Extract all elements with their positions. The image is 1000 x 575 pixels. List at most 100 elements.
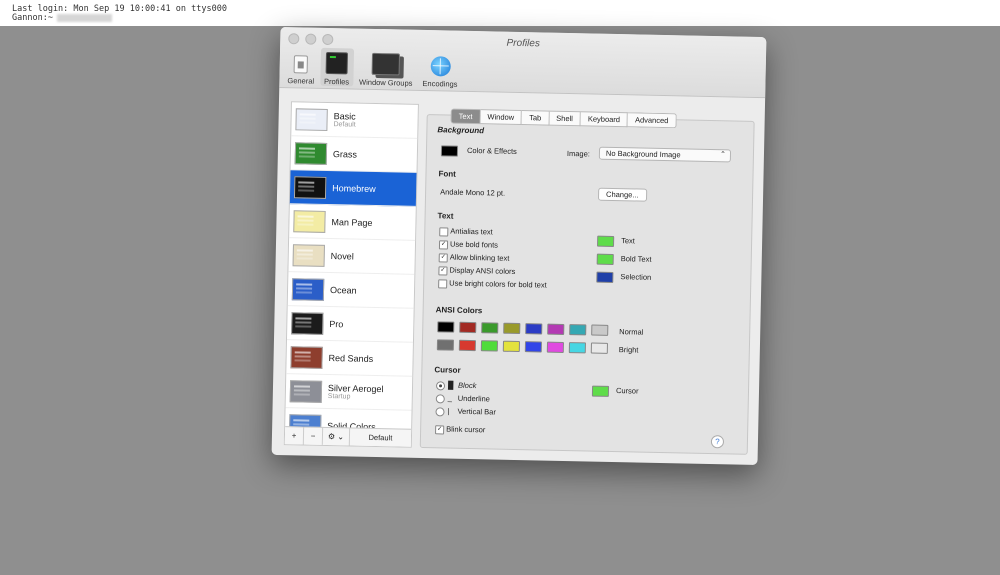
profile-name: Novel (330, 250, 354, 262)
ansi-bright-swatch[interactable] (458, 339, 477, 352)
text-color-swatch[interactable] (596, 271, 614, 283)
profile-thumbnail (291, 311, 324, 335)
profile-thumbnail (295, 107, 328, 131)
cursor-style-label: Underline (457, 393, 490, 404)
profile-item-silver-aerogel[interactable]: Silver Aerogel Startup (285, 374, 413, 411)
ansi-bright-swatch[interactable] (524, 341, 543, 353)
image-label: Image: (566, 148, 590, 159)
cursor-glyph-icon: | (447, 406, 450, 416)
profile-thumbnail (290, 345, 323, 369)
section-cursor: Cursor (434, 365, 461, 375)
profiles-icon (325, 51, 349, 75)
profile-name: Red Sands (328, 352, 374, 364)
text-color-label: Text (621, 236, 635, 246)
ansi-normal-label: Normal (619, 327, 644, 337)
text-option-label: Use bright colors for bold text (449, 278, 547, 290)
ansi-bright-swatch[interactable] (502, 340, 521, 353)
terminal-background: Last login: Mon Sep 19 10:00:41 on ttys0… (0, 0, 1000, 26)
gear-menu-button[interactable]: ⚙ ⌄ (322, 427, 351, 446)
toolbar-general[interactable]: General (283, 47, 318, 86)
section-background: Background (437, 125, 485, 136)
tab-window[interactable]: Window (480, 109, 523, 126)
background-image-select[interactable]: No Background Image (598, 146, 732, 163)
ansi-normal-swatch[interactable] (591, 324, 609, 336)
text-option-checkbox[interactable]: ✓ (438, 266, 448, 276)
section-text: Text (437, 211, 454, 221)
background-color-swatch[interactable] (440, 145, 459, 157)
section-ansi-colors: ANSI Colors (435, 305, 483, 316)
ansi-bright-swatch[interactable] (590, 342, 608, 354)
ansi-normal-swatch[interactable] (569, 324, 587, 336)
profile-thumbnail (291, 277, 325, 301)
profile-item-red-sands[interactable]: Red Sands (286, 340, 413, 377)
text-option-checkbox[interactable] (438, 279, 448, 289)
change-font-button[interactable]: Change... (597, 187, 647, 202)
tab-advanced[interactable]: Advanced (627, 112, 677, 129)
tab-text[interactable]: Text (450, 108, 481, 125)
text-color-swatch[interactable] (597, 235, 615, 247)
window-groups-icon (371, 52, 401, 76)
profile-thumbnail (289, 379, 323, 403)
ansi-normal-swatch[interactable] (437, 321, 455, 333)
ansi-normal-swatch[interactable] (503, 322, 521, 335)
profile-item-basic[interactable]: Basic Default (291, 102, 418, 139)
ansi-bright-swatch[interactable] (480, 340, 499, 352)
profile-thumbnail (294, 141, 328, 165)
toolbar-profiles[interactable]: Profiles (319, 47, 354, 87)
tab-shell[interactable]: Shell (549, 110, 582, 127)
profile-subtitle: Default (333, 121, 356, 129)
cursor-color-swatch[interactable] (591, 385, 610, 397)
ansi-bright-swatch[interactable] (568, 342, 586, 354)
terminal-prompt: Gannon:~ (12, 13, 112, 23)
section-font: Font (438, 169, 456, 179)
toolbar-window-groups[interactable]: Window Groups (355, 49, 417, 88)
text-option-checkbox[interactable]: ✓ (438, 253, 448, 263)
profile-item-ocean[interactable]: Ocean (287, 272, 415, 309)
profile-thumbnail (293, 209, 326, 233)
cursor-glyph-icon: █ (447, 380, 454, 390)
profile-name: Pro (329, 318, 344, 329)
tab-tab[interactable]: Tab (521, 110, 550, 126)
general-icon (293, 55, 309, 74)
blink-cursor-checkbox[interactable]: ✓ (435, 425, 445, 435)
text-option-label: Antialias text (450, 226, 493, 237)
ansi-normal-swatch[interactable] (525, 323, 543, 335)
profile-list: Basic Default Grass Homebrew Man Page Novel Oc… (283, 101, 419, 448)
cursor-color-label: Cursor (615, 386, 639, 396)
ansi-normal-swatch[interactable] (481, 322, 499, 334)
profile-thumbnail (293, 175, 327, 199)
cursor-style-radio[interactable] (435, 394, 445, 404)
remove-profile-button[interactable]: − (303, 427, 324, 445)
profile-item-man-page[interactable]: Man Page (289, 204, 416, 241)
profile-thumbnail (292, 243, 325, 267)
ansi-bright-swatch[interactable] (436, 339, 455, 351)
titlebar: Profiles General Profiles Window Groups … (279, 26, 767, 99)
profile-name: Basic (333, 111, 356, 122)
text-option-checkbox[interactable] (439, 227, 449, 237)
ansi-normal-swatch[interactable] (547, 323, 565, 335)
profile-subtitle: Startup (327, 393, 351, 401)
cursor-style-label: Block (457, 380, 477, 391)
profile-item-pro[interactable]: Pro (286, 306, 414, 343)
help-button[interactable]: ? (710, 435, 725, 449)
tab-keyboard[interactable]: Keyboard (580, 111, 629, 128)
profile-item-novel[interactable]: Novel (288, 238, 416, 275)
text-option-label: Use bold fonts (449, 239, 499, 250)
cursor-style-radio[interactable] (435, 407, 445, 417)
ansi-normal-swatch[interactable] (459, 321, 477, 334)
profile-item-grass[interactable]: Grass (290, 136, 418, 173)
profile-name: Homebrew (332, 182, 376, 194)
toolbar-encodings[interactable]: Encodings (418, 50, 462, 89)
default-profile-button[interactable]: Default (350, 433, 411, 443)
text-color-swatch[interactable] (596, 253, 614, 265)
profile-item-homebrew[interactable]: Homebrew (289, 170, 417, 207)
cursor-style-radio[interactable] (435, 381, 446, 391)
profiles-window: Profiles General Profiles Window Groups … (271, 26, 767, 466)
globe-icon (430, 56, 451, 77)
text-option-checkbox[interactable]: ✓ (438, 240, 449, 250)
text-option-label: Display ANSI colors (449, 265, 516, 276)
profile-name: Grass (332, 148, 358, 160)
text-color-label: Bold Text (620, 254, 652, 264)
ansi-bright-swatch[interactable] (546, 341, 565, 353)
add-profile-button[interactable]: + (284, 427, 305, 445)
